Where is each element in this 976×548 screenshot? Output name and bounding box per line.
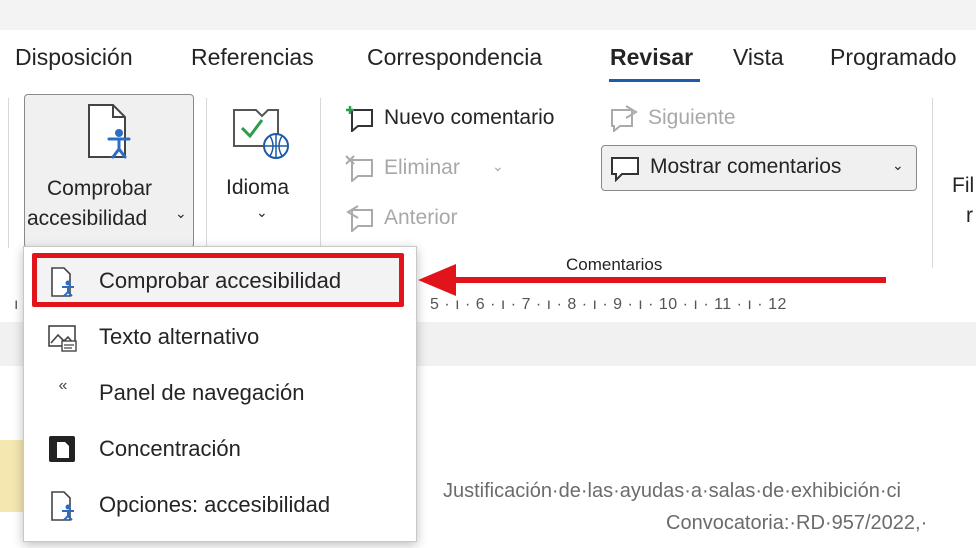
menu-item-alt-text[interactable]: Texto alternativo [24,309,416,365]
next-comment-icon [608,104,640,137]
language-icon [232,106,292,165]
previous-comment-label: Anterior [384,206,458,229]
ribbon-tabs: Disposición Referencias Correspondencia … [0,30,976,90]
red-arrow-annotation [418,264,886,296]
check-accessibility-button[interactable]: Comprobar accesibilidad ⌄ [24,94,194,248]
accessibility-options-icon [48,491,78,521]
menu-item-label: Texto alternativo [99,324,260,349]
chevron-down-icon: ⌄ [175,205,187,221]
menu-item-label: Opciones: accesibilidad [99,492,331,517]
ribbon-separator [206,98,207,248]
ribbon-separator [320,98,321,248]
tab-programador[interactable]: Programado [830,44,957,71]
document-text-line: Justificación·de·las·ayudas·a·salas·de·e… [443,480,901,502]
truncated-ribbon-label: r [966,204,973,227]
accessibility-check-icon [83,103,135,164]
check-accessibility-label-1: Comprobar [47,177,153,200]
menu-item-label: Comprobar accesibilidad [99,268,342,293]
previous-comment-button[interactable]: Anterior [340,202,500,238]
menu-item-label: Panel de navegación [99,380,305,405]
tab-disposicion[interactable]: Disposición [15,44,133,71]
menu-item-accessibility-options[interactable]: Opciones: accesibilidad [24,477,416,533]
new-comment-label: Nuevo comentario [384,106,555,129]
active-tab-indicator [609,79,700,82]
delete-comment-icon [344,154,376,187]
ribbon-separator [932,98,933,268]
menu-item-focus[interactable]: Concentración [24,421,416,477]
check-accessibility-label-2: accesibilidad [27,207,148,230]
accessibility-check-icon [48,267,78,297]
ribbon-separator [8,98,9,248]
menu-item-navigation-pane[interactable]: « Panel de navegación [24,365,416,421]
comment-icon [610,154,640,187]
language-button[interactable]: Idioma ⌄ [220,98,306,238]
show-comments-label: Mostrar comentarios [650,155,842,178]
delete-comment-label: Eliminar [384,156,460,179]
menu-item-label: Concentración [99,436,241,461]
title-bar-strip [0,0,976,30]
ruler-tick: ı [14,296,19,313]
document-text-line: Convocatoria:·RD·957/2022,· [666,512,928,534]
chevron-down-icon: ⌄ [892,157,904,173]
navigation-pane-icon: « [58,377,68,394]
truncated-ribbon-label: Fil [952,174,975,197]
tab-vista[interactable]: Vista [733,44,784,71]
next-comment-button[interactable]: Siguiente [606,102,766,138]
tab-referencias[interactable]: Referencias [191,44,314,71]
next-comment-label: Siguiente [648,106,736,129]
new-comment-icon [344,104,376,137]
focus-icon [48,435,78,465]
document-logo-fragment [0,440,24,512]
delete-comment-button[interactable]: Eliminar ⌄ [340,152,520,188]
new-comment-button[interactable]: Nuevo comentario [340,102,590,138]
language-label: Idioma [226,176,290,199]
chevron-down-icon: ⌄ [492,158,504,174]
chevron-down-icon: ⌄ [256,204,268,220]
accessibility-dropdown-menu: Comprobar accesibilidad Texto alternativ… [23,246,417,542]
menu-item-check-accessibility[interactable]: Comprobar accesibilidad [24,253,416,309]
tab-revisar[interactable]: Revisar [610,44,693,71]
show-comments-button[interactable]: Mostrar comentarios ⌄ [601,145,917,191]
tab-correspondencia[interactable]: Correspondencia [367,44,542,71]
previous-comment-icon [344,204,376,237]
alt-text-icon [48,323,78,353]
